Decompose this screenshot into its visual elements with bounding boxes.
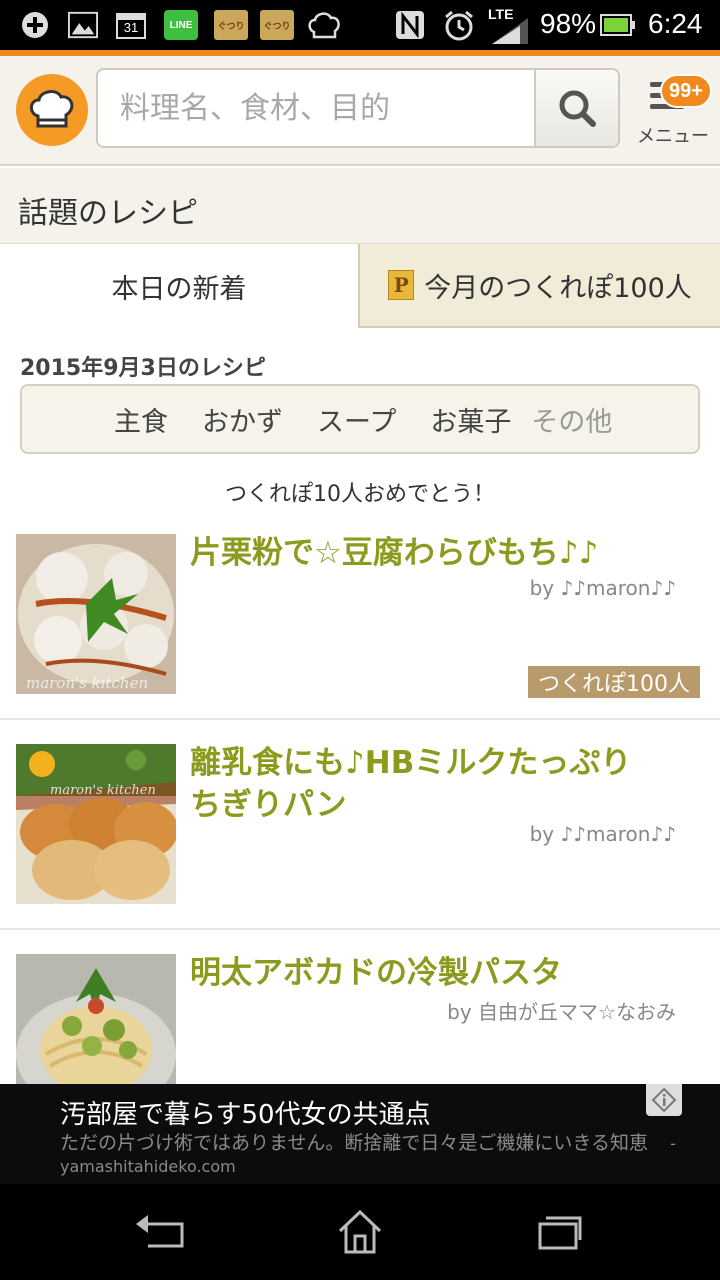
ad-info-icon xyxy=(651,1087,677,1113)
tsukurepo-badge: つくれぽ100人 xyxy=(528,666,700,698)
battery-percent: 98% xyxy=(540,8,597,39)
ad-banner[interactable]: 汚部屋で暮らす50代女の共通点 ただの片づけ術ではありません。断捨離で日々是ご機… xyxy=(0,1084,720,1184)
section-title: 話題のレシピ xyxy=(18,196,198,231)
photo-watermark: maron's kitchen xyxy=(26,674,148,692)
alarm-icon xyxy=(442,10,476,41)
recipe-item[interactable]: 明太アボカドの冷製パスタ by 自由が丘ママ☆なおみ xyxy=(0,930,720,1090)
cookpad-logo[interactable] xyxy=(16,74,88,146)
category-other[interactable]: その他 xyxy=(531,400,612,439)
calendar-icon: 31 xyxy=(116,10,146,40)
recent-apps-button[interactable] xyxy=(530,1204,590,1260)
ad-info-button[interactable] xyxy=(646,1084,682,1116)
date-label: 2015年9月3日のレシピ xyxy=(20,356,266,381)
back-icon xyxy=(136,1215,184,1248)
photo-watermark: maron's kitchen xyxy=(50,783,156,798)
back-button[interactable] xyxy=(130,1204,190,1260)
signal-icon xyxy=(490,16,530,46)
recipe-thumbnail[interactable]: maron's kitchen xyxy=(16,744,176,904)
system-nav-bar xyxy=(0,1184,720,1280)
home-icon xyxy=(338,1209,382,1254)
notify-label-1: ぐつり xyxy=(217,21,245,32)
category-filter: 主食 おかず スープ お菓子 その他 xyxy=(20,384,700,454)
category-soup[interactable]: スープ xyxy=(317,400,396,439)
recipe-item[interactable]: maron's kitchen 離乳食にも♪HBミルクたっぷりちぎりパン by … xyxy=(0,720,720,930)
search-input[interactable] xyxy=(98,70,536,146)
clock: 6:24 xyxy=(648,8,703,39)
notify-label-2: ぐつり xyxy=(263,21,291,32)
calendar-day: 31 xyxy=(123,20,139,35)
status-bar: 31 LINE ぐつり ぐつり LTE 98% 6:24 xyxy=(0,0,720,50)
recipe-author[interactable]: by 自由が丘ママ☆なおみ xyxy=(447,996,676,1025)
app-screen: 31 LINE ぐつり ぐつり LTE 98% 6:24 料理名、食材、目的 9… xyxy=(0,0,720,1280)
category-sweets[interactable]: お菓子 xyxy=(430,400,511,439)
chef-hat-logo-icon xyxy=(29,90,74,128)
tab-label: 今月のつくれぽ100人 xyxy=(424,272,692,304)
section-header: 話題のレシピ xyxy=(0,168,720,244)
search-button[interactable] xyxy=(534,70,618,146)
tab-todays-new[interactable]: 本日の新着 xyxy=(0,244,358,328)
search-box xyxy=(96,68,620,148)
search-icon xyxy=(559,90,596,127)
app-header: 99+ メニュー xyxy=(0,56,720,166)
category-staple[interactable]: 主食 xyxy=(114,400,168,439)
cookpad-notify-icon: ぐつり xyxy=(214,10,248,40)
chef-hat-icon xyxy=(306,10,342,40)
menu-label: メニュー xyxy=(637,126,709,147)
cookpad-notify-icon-2: ぐつり xyxy=(260,10,294,40)
ad-description: ただの片づけ術ではありません。断捨離で日々是ご機嫌にいきる知恵 xyxy=(60,1132,649,1154)
ad-text: ただの片づけ術ではありません。断捨離で日々是ご機嫌にいきる知恵 - yamashi… xyxy=(60,1132,680,1178)
recipe-title[interactable]: 明太アボカドの冷製パスタ xyxy=(190,952,700,994)
warabimochi-photo: maron's kitchen xyxy=(16,534,176,694)
line-label: LINE xyxy=(169,19,193,31)
pasta-photo xyxy=(16,954,176,1090)
menu-button[interactable]: 99+ メニュー xyxy=(632,74,714,154)
congrats-message: つくれぽ10人おめでとう！ xyxy=(225,482,495,507)
recipe-title[interactable]: 離乳食にも♪HBミルクたっぷりちぎりパン xyxy=(190,742,660,826)
nfc-icon xyxy=(394,10,426,40)
bread-photo: maron's kitchen xyxy=(16,744,176,904)
gallery-icon xyxy=(68,10,98,40)
recipe-title[interactable]: 片栗粉で☆豆腐わらびもち♪♪ xyxy=(190,532,700,574)
category-side-dish[interactable]: おかず xyxy=(202,400,283,439)
recent-apps-icon xyxy=(538,1216,582,1250)
recipe-item[interactable]: maron's kitchen 片栗粉で☆豆腐わらびもち♪♪ by ♪♪maro… xyxy=(0,518,720,720)
add-notification-icon xyxy=(20,10,50,40)
recipe-author[interactable]: by ♪♪maron♪♪ xyxy=(530,576,676,600)
battery-icon xyxy=(600,10,636,40)
ad-title[interactable]: 汚部屋で暮らす50代女の共通点 xyxy=(60,1094,431,1131)
recipe-thumbnail[interactable]: maron's kitchen xyxy=(16,534,176,694)
line-app-icon: LINE xyxy=(164,10,198,40)
recipe-thumbnail[interactable] xyxy=(16,954,176,1090)
recipe-author[interactable]: by ♪♪maron♪♪ xyxy=(530,822,676,846)
home-button[interactable] xyxy=(330,1204,390,1260)
tab-label: 本日の新着 xyxy=(111,273,247,305)
notification-badge: 99+ xyxy=(660,74,712,108)
premium-icon: P xyxy=(388,270,415,300)
tab-monthly-tsukurepo[interactable]: P 今月のつくれぽ100人 xyxy=(358,244,720,328)
